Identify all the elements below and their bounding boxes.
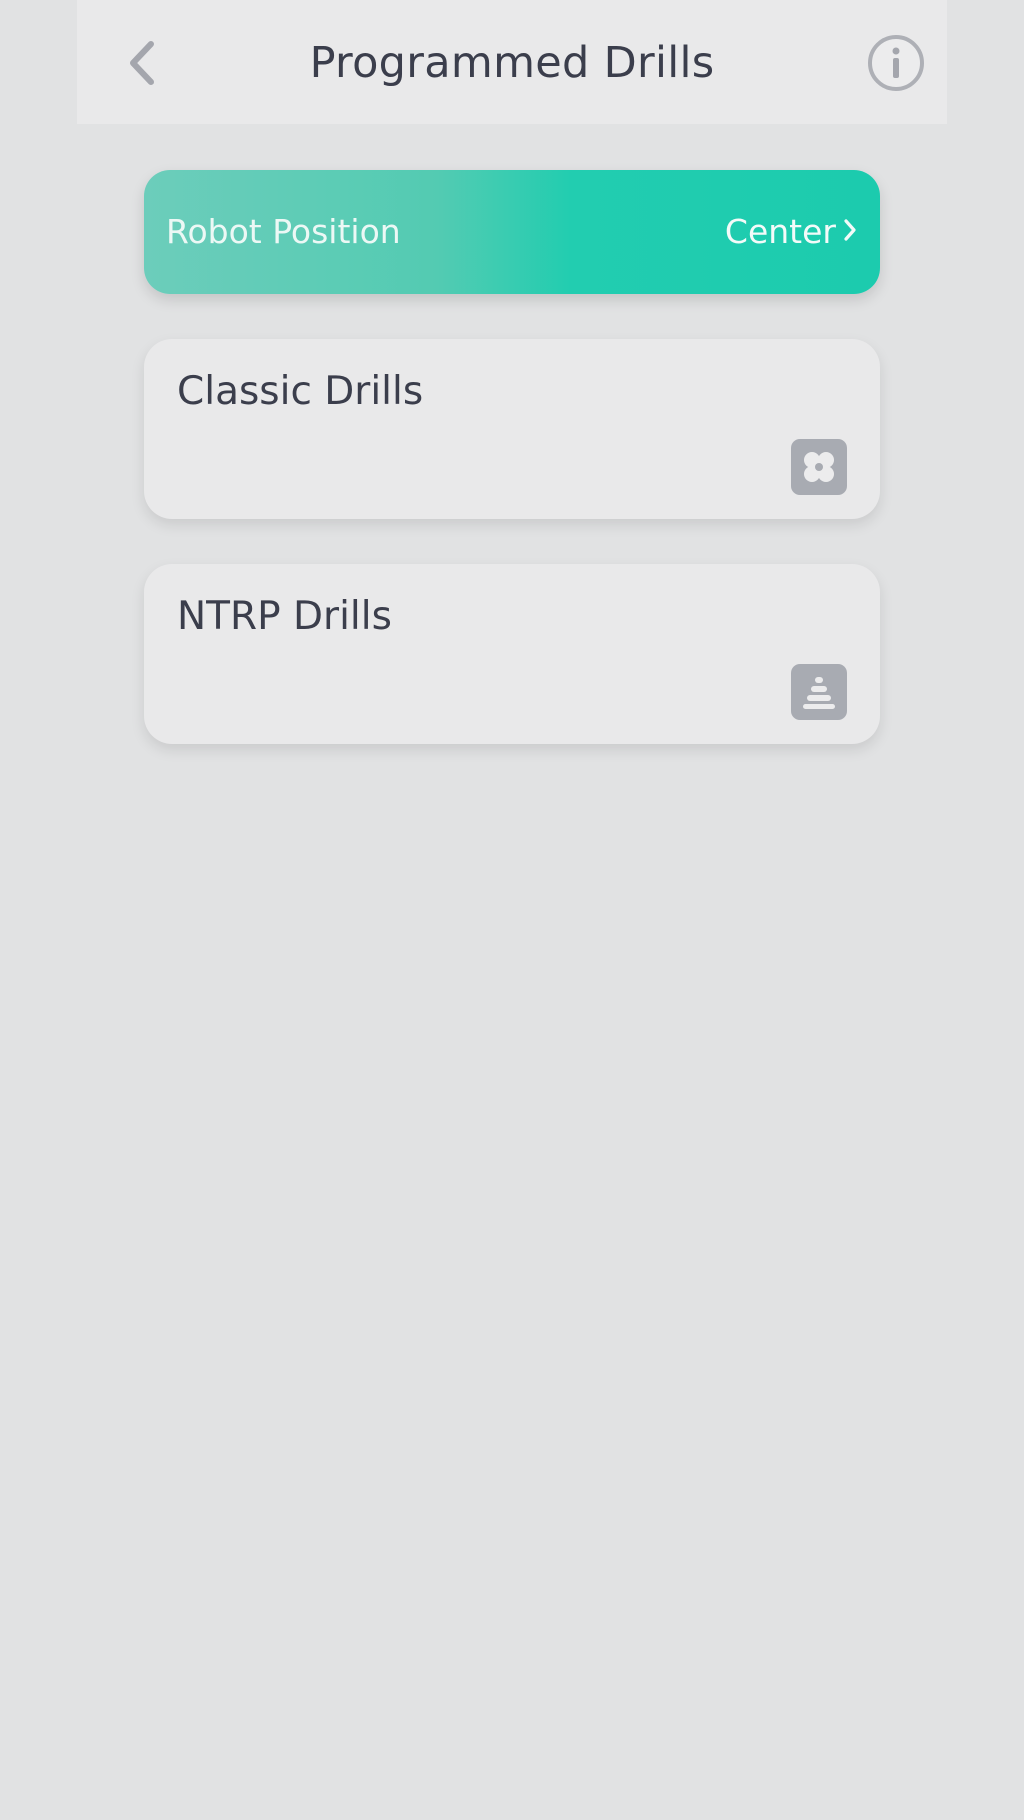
ntrp-drills-card[interactable]: NTRP Drills: [144, 564, 880, 744]
robot-position-value: Center: [724, 212, 836, 251]
chevron-left-icon: [123, 38, 157, 92]
classic-drills-card[interactable]: Classic Drills: [144, 339, 880, 519]
ntrp-drills-title: NTRP Drills: [177, 594, 392, 639]
robot-position-row[interactable]: Robot Position Center: [144, 170, 880, 294]
info-button[interactable]: [866, 33, 926, 93]
top-bar: Programmed Drills: [77, 0, 947, 124]
back-button[interactable]: [110, 30, 170, 100]
stacked-bars-icon: [791, 664, 847, 720]
robot-position-value-group: Center: [725, 212, 858, 251]
robot-position-label: Robot Position: [166, 212, 401, 251]
four-circles-icon: [791, 439, 847, 495]
classic-drills-title: Classic Drills: [177, 369, 424, 414]
page-title: Programmed Drills: [309, 38, 715, 88]
chevron-right-icon: [842, 217, 858, 247]
info-circle-icon: [866, 35, 926, 97]
